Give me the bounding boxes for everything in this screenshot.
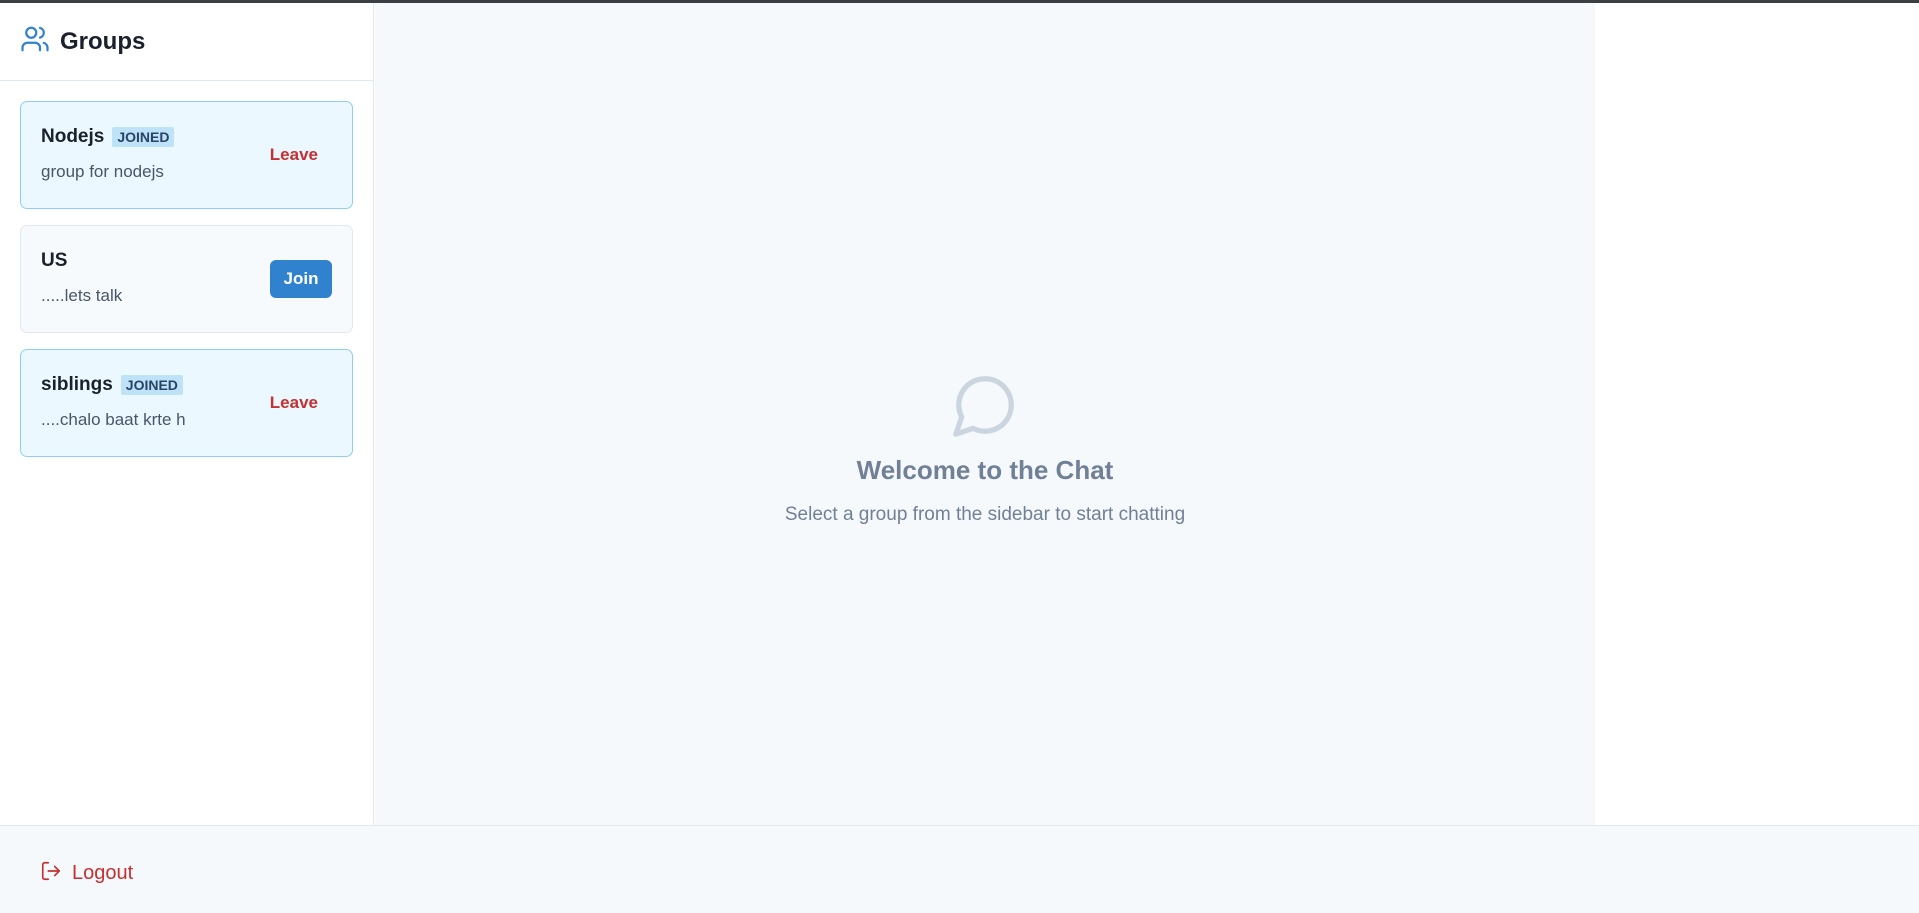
logout-label: Logout [72, 862, 134, 884]
leave-button[interactable]: Leave [258, 139, 330, 171]
group-name: US [41, 250, 68, 271]
join-button[interactable]: Join [270, 260, 332, 298]
group-card-siblings[interactable]: siblings JOINED ....chalo baat krte h Le… [20, 349, 353, 457]
joined-badge: JOINED [112, 127, 175, 147]
message-circle-icon [950, 370, 1020, 440]
users-icon [20, 24, 50, 59]
group-name: Nodejs [41, 126, 105, 147]
joined-badge: JOINED [120, 375, 183, 395]
group-name: siblings [41, 374, 113, 395]
sidebar-title: Groups [60, 27, 146, 55]
sidebar: Groups Nodejs JOINED group for nodejs Le… [0, 3, 374, 825]
logout-icon [40, 860, 62, 887]
footer: Logout [0, 825, 1919, 913]
leave-button[interactable]: Leave [258, 387, 330, 419]
sidebar-header: Groups [0, 3, 373, 81]
logout-button[interactable]: Logout [40, 860, 133, 887]
group-card-nodejs[interactable]: Nodejs JOINED group for nodejs Leave [20, 101, 353, 209]
welcome-panel: Welcome to the Chat Select a group from … [375, 370, 1595, 526]
welcome-subtitle: Select a group from the sidebar to start… [784, 504, 1186, 525]
group-card-us[interactable]: US .....lets talk Join [20, 225, 353, 333]
chat-area: Welcome to the Chat Select a group from … [375, 3, 1595, 825]
welcome-title: Welcome to the Chat [856, 455, 1114, 485]
group-list: Nodejs JOINED group for nodejs Leave US … [0, 81, 373, 493]
